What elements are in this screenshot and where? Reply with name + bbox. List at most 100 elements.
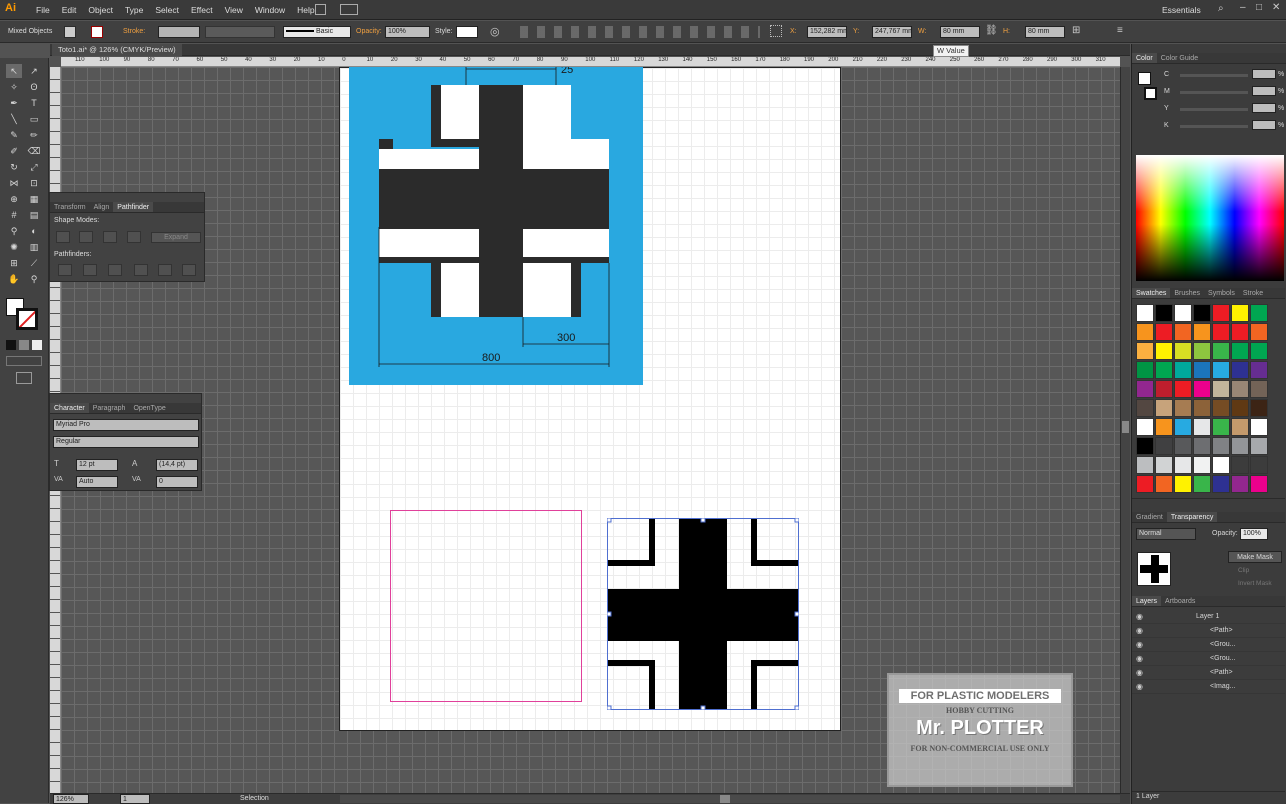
tab-opentype[interactable]: OpenType	[129, 403, 169, 413]
tab-symbols[interactable]: Symbols	[1204, 288, 1239, 298]
draw-mode-icon[interactable]	[6, 356, 42, 366]
swatch[interactable]	[1136, 399, 1154, 417]
maximize-icon[interactable]: □	[1256, 2, 1262, 13]
swatch[interactable]	[1193, 475, 1211, 493]
swatch[interactable]	[1212, 342, 1230, 360]
unite-button[interactable]	[56, 231, 70, 243]
recolor-artwork-icon[interactable]: ◎	[490, 25, 500, 38]
blend-tool-icon[interactable]: ◐	[26, 224, 42, 238]
swatch[interactable]	[1193, 380, 1211, 398]
swatch[interactable]	[1155, 323, 1173, 341]
swatch[interactable]	[1136, 304, 1154, 322]
tab-pathfinder[interactable]: Pathfinder	[113, 202, 154, 212]
channel-y-slider[interactable]	[1180, 108, 1248, 111]
swatch[interactable]	[1231, 418, 1249, 436]
zoom-tool-icon[interactable]: ⚲	[26, 272, 42, 286]
swatch[interactable]	[1155, 437, 1173, 455]
intersect-button[interactable]	[103, 231, 117, 243]
channel-k-field[interactable]	[1252, 120, 1276, 130]
tab-layers[interactable]: Layers	[1132, 596, 1162, 606]
swatch[interactable]	[1193, 361, 1211, 379]
swatch[interactable]	[1231, 475, 1249, 493]
free-transform-tool-icon[interactable]: ⊡	[26, 176, 42, 190]
swatch[interactable]	[1174, 475, 1192, 493]
divide-button[interactable]	[58, 264, 72, 276]
channel-m-field[interactable]	[1252, 86, 1276, 96]
minus-back-button[interactable]	[182, 264, 196, 276]
width-field[interactable]: 80 mm	[940, 26, 980, 38]
swatch[interactable]	[1136, 323, 1154, 341]
swatch[interactable]	[1136, 342, 1154, 360]
swatch[interactable]	[1250, 380, 1268, 398]
blend-mode-dropdown[interactable]: Normal	[1136, 528, 1196, 540]
swatch[interactable]	[1212, 380, 1230, 398]
swatch[interactable]	[1174, 380, 1192, 398]
menu-view[interactable]: View	[219, 0, 249, 20]
swatch[interactable]	[1174, 304, 1192, 322]
menu-object[interactable]: Object	[82, 0, 119, 20]
swatch[interactable]	[1136, 456, 1154, 474]
channel-y-field[interactable]	[1252, 103, 1276, 113]
pen-tool-icon[interactable]: ✒	[6, 96, 22, 110]
swatch[interactable]	[1231, 399, 1249, 417]
swatch[interactable]	[1174, 361, 1192, 379]
swatch[interactable]	[1136, 437, 1154, 455]
vertical-scrollbar[interactable]	[1120, 67, 1130, 793]
layer-row-layer1[interactable]: ◉ Layer 1	[1132, 610, 1285, 624]
swatch[interactable]	[1212, 361, 1230, 379]
swatch[interactable]	[1212, 437, 1230, 455]
clip-checkbox[interactable]: Clip	[1238, 567, 1249, 574]
swatch[interactable]	[1193, 304, 1211, 322]
panel-menu-icon[interactable]: ≡	[1117, 25, 1123, 36]
swatch[interactable]	[1174, 437, 1192, 455]
column-graph-tool-icon[interactable]: ▥	[26, 240, 42, 254]
stroke-none-button[interactable]	[91, 26, 103, 38]
swatch[interactable]	[1155, 418, 1173, 436]
swatch[interactable]	[1212, 304, 1230, 322]
swatch[interactable]	[1231, 361, 1249, 379]
transform-icon[interactable]: ⊞	[1072, 25, 1080, 36]
hand-tool-icon[interactable]: ✋	[6, 272, 22, 286]
menu-select[interactable]: Select	[149, 0, 185, 20]
swatch[interactable]	[1155, 399, 1173, 417]
swatch[interactable]	[1193, 437, 1211, 455]
magic-wand-tool-icon[interactable]: ✧	[6, 80, 22, 94]
swatch[interactable]	[1174, 418, 1192, 436]
kerning-field[interactable]: Auto	[76, 476, 118, 488]
tab-gradient[interactable]: Gradient	[1132, 512, 1167, 522]
font-family-dropdown[interactable]: Myriad Pro	[53, 419, 199, 431]
selection-tool-icon[interactable]: ↖	[6, 64, 22, 78]
expand-button[interactable]: Expand	[151, 232, 201, 243]
swatch[interactable]	[1193, 456, 1211, 474]
swatch[interactable]	[1193, 323, 1211, 341]
fill-swatch-button[interactable]	[64, 26, 76, 38]
line-tool-icon[interactable]: ╲	[6, 112, 22, 126]
menu-edit[interactable]: Edit	[56, 0, 83, 20]
paintbrush-tool-icon[interactable]: ✎	[6, 128, 22, 142]
tab-transform[interactable]: Transform	[50, 202, 90, 212]
swatch[interactable]	[1231, 304, 1249, 322]
visibility-eye-icon[interactable]: ◉	[1136, 638, 1143, 652]
swatch[interactable]	[1155, 475, 1173, 493]
zoom-level-field[interactable]: 126%	[53, 794, 89, 804]
swatch[interactable]	[1193, 399, 1211, 417]
blob-brush-tool-icon[interactable]: ✐	[6, 144, 22, 158]
constrain-proportions-icon[interactable]: ⛓	[985, 25, 998, 36]
slice-tool-icon[interactable]: ⟋	[26, 256, 42, 270]
screen-mode-icon[interactable]	[16, 372, 32, 384]
tab-paragraph[interactable]: Paragraph	[89, 403, 130, 413]
gradient-tool-icon[interactable]: ▤	[26, 208, 42, 222]
minus-front-button[interactable]	[79, 231, 93, 243]
menu-type[interactable]: Type	[119, 0, 149, 20]
swatch[interactable]	[1155, 361, 1173, 379]
swatch[interactable]	[1250, 437, 1268, 455]
magenta-rectangle[interactable]	[390, 510, 582, 702]
channel-c-field[interactable]	[1252, 69, 1276, 79]
menu-file[interactable]: File	[30, 0, 56, 20]
stroke-weight-field[interactable]	[158, 26, 200, 38]
tab-artboards[interactable]: Artboards	[1161, 596, 1199, 606]
swatch[interactable]	[1250, 323, 1268, 341]
channel-m-slider[interactable]	[1180, 91, 1248, 94]
visibility-eye-icon[interactable]: ◉	[1136, 610, 1143, 624]
selected-black-cross[interactable]	[607, 518, 799, 710]
